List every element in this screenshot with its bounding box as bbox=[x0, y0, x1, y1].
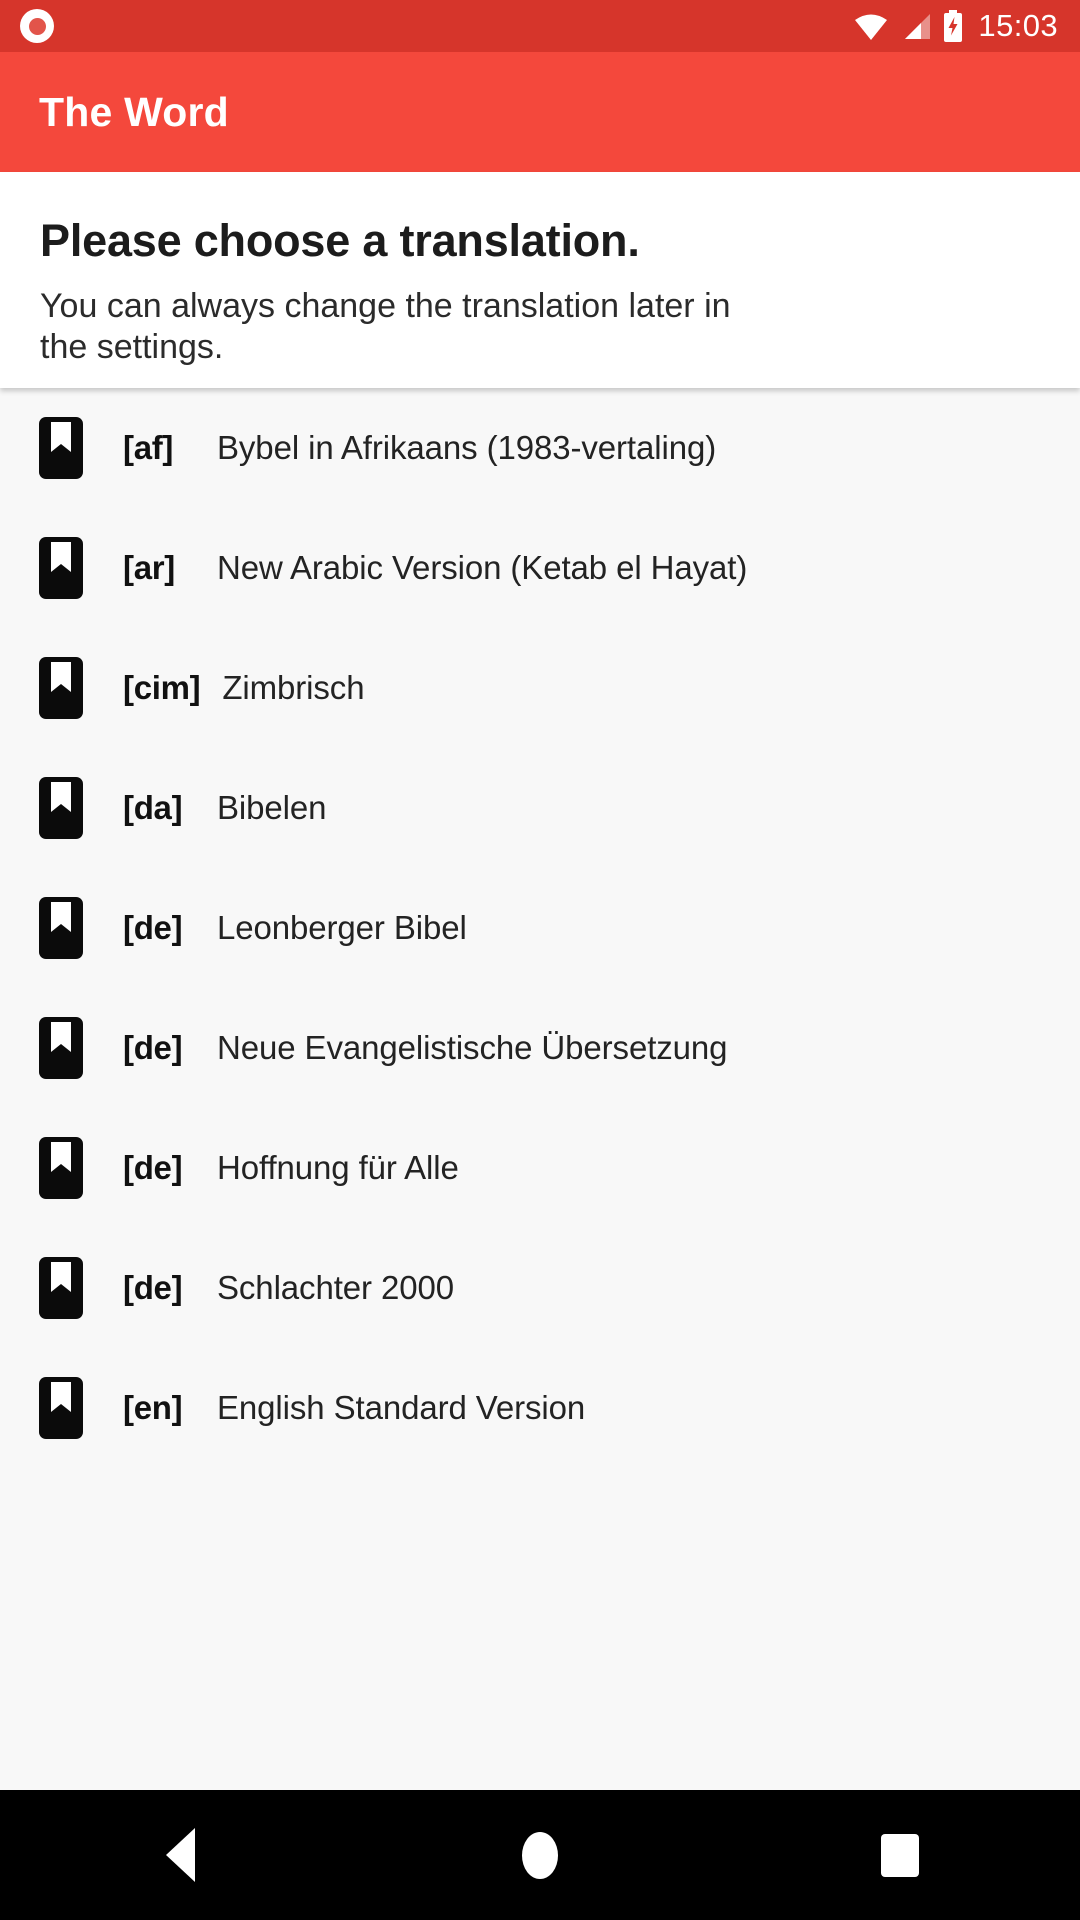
cellular-signal-icon bbox=[905, 14, 931, 39]
translation-list-item[interactable]: [de] Hoffnung für Alle bbox=[0, 1108, 1080, 1228]
translation-name: Bybel in Afrikaans (1983-vertaling) bbox=[217, 429, 717, 466]
phone-screen: 15:03 The Word Please choose a translati… bbox=[0, 0, 1080, 1920]
bible-bookmark-icon bbox=[39, 1377, 83, 1439]
translation-language-code: [de] bbox=[123, 1269, 183, 1306]
translation-list-item[interactable]: [af] Bybel in Afrikaans (1983-vertaling) bbox=[0, 388, 1080, 508]
status-bar-left bbox=[20, 9, 54, 43]
bible-bookmark-icon bbox=[39, 777, 83, 839]
translation-name: Bibelen bbox=[217, 789, 327, 826]
back-triangle-icon bbox=[165, 1828, 195, 1882]
translation-list[interactable]: [af] Bybel in Afrikaans (1983-vertaling)[… bbox=[0, 388, 1080, 1790]
status-bar-right: 15:03 bbox=[853, 8, 1058, 44]
translation-language-code: [da] bbox=[123, 789, 183, 826]
translation-list-item[interactable]: [de] Neue Evangelistische Übersetzung bbox=[0, 988, 1080, 1108]
recents-square-icon bbox=[881, 1833, 919, 1877]
translation-language-code: [de] bbox=[123, 909, 183, 946]
translation-name: Neue Evangelistische Übersetzung bbox=[217, 1029, 728, 1066]
app-bar: The Word bbox=[0, 52, 1080, 172]
bible-bookmark-icon bbox=[39, 897, 83, 959]
header-title: Please choose a translation. bbox=[40, 215, 640, 266]
translation-language-code: [cim] bbox=[123, 669, 201, 706]
translation-list-item[interactable]: [cim] Zimbrisch bbox=[0, 628, 1080, 748]
translation-name: Hoffnung für Alle bbox=[217, 1149, 459, 1186]
bible-bookmark-icon bbox=[39, 417, 83, 479]
bible-bookmark-icon bbox=[39, 1017, 83, 1079]
translation-language-code: [en] bbox=[123, 1389, 183, 1426]
translation-name: Leonberger Bibel bbox=[217, 909, 467, 946]
translation-language-code: [ar] bbox=[123, 549, 175, 586]
header-subtitle: You can always change the translation la… bbox=[40, 287, 731, 367]
translation-list-item[interactable]: [de] Leonberger Bibel bbox=[0, 868, 1080, 988]
bible-bookmark-icon bbox=[39, 537, 83, 599]
battery-charging-icon bbox=[944, 10, 963, 42]
translation-language-code: [de] bbox=[123, 1029, 183, 1066]
back-button[interactable] bbox=[105, 1790, 255, 1920]
page-title: The Word bbox=[39, 88, 229, 135]
status-bar-clock: 15:03 bbox=[978, 8, 1058, 43]
record-dot-inner bbox=[28, 17, 46, 35]
translation-language-code: [de] bbox=[123, 1149, 183, 1186]
translation-name: New Arabic Version (Ketab el Hayat) bbox=[217, 549, 748, 586]
home-circle-icon bbox=[522, 1831, 558, 1879]
wifi-icon bbox=[855, 14, 888, 40]
recents-button[interactable] bbox=[825, 1790, 975, 1920]
translation-language-code: [af] bbox=[123, 429, 174, 466]
status-bar: 15:03 bbox=[0, 0, 1080, 52]
bible-bookmark-icon bbox=[39, 657, 83, 719]
bible-bookmark-icon bbox=[39, 1257, 83, 1319]
translation-name: Schlachter 2000 bbox=[217, 1269, 454, 1306]
home-button[interactable] bbox=[465, 1790, 615, 1920]
translation-list-item[interactable]: [da] Bibelen bbox=[0, 748, 1080, 868]
bible-bookmark-icon bbox=[39, 1137, 83, 1199]
translation-list-item[interactable]: [ar] New Arabic Version (Ketab el Hayat) bbox=[0, 508, 1080, 628]
record-dot-icon bbox=[20, 9, 54, 43]
system-navigation-bar bbox=[0, 1790, 1080, 1920]
translation-list-item[interactable]: [en] English Standard Version bbox=[0, 1348, 1080, 1468]
translation-name: English Standard Version bbox=[217, 1389, 586, 1426]
translation-list-item[interactable]: [de] Schlachter 2000 bbox=[0, 1228, 1080, 1348]
translation-name: Zimbrisch bbox=[222, 669, 365, 706]
header-card: Please choose a translation. You can alw… bbox=[0, 172, 1080, 388]
